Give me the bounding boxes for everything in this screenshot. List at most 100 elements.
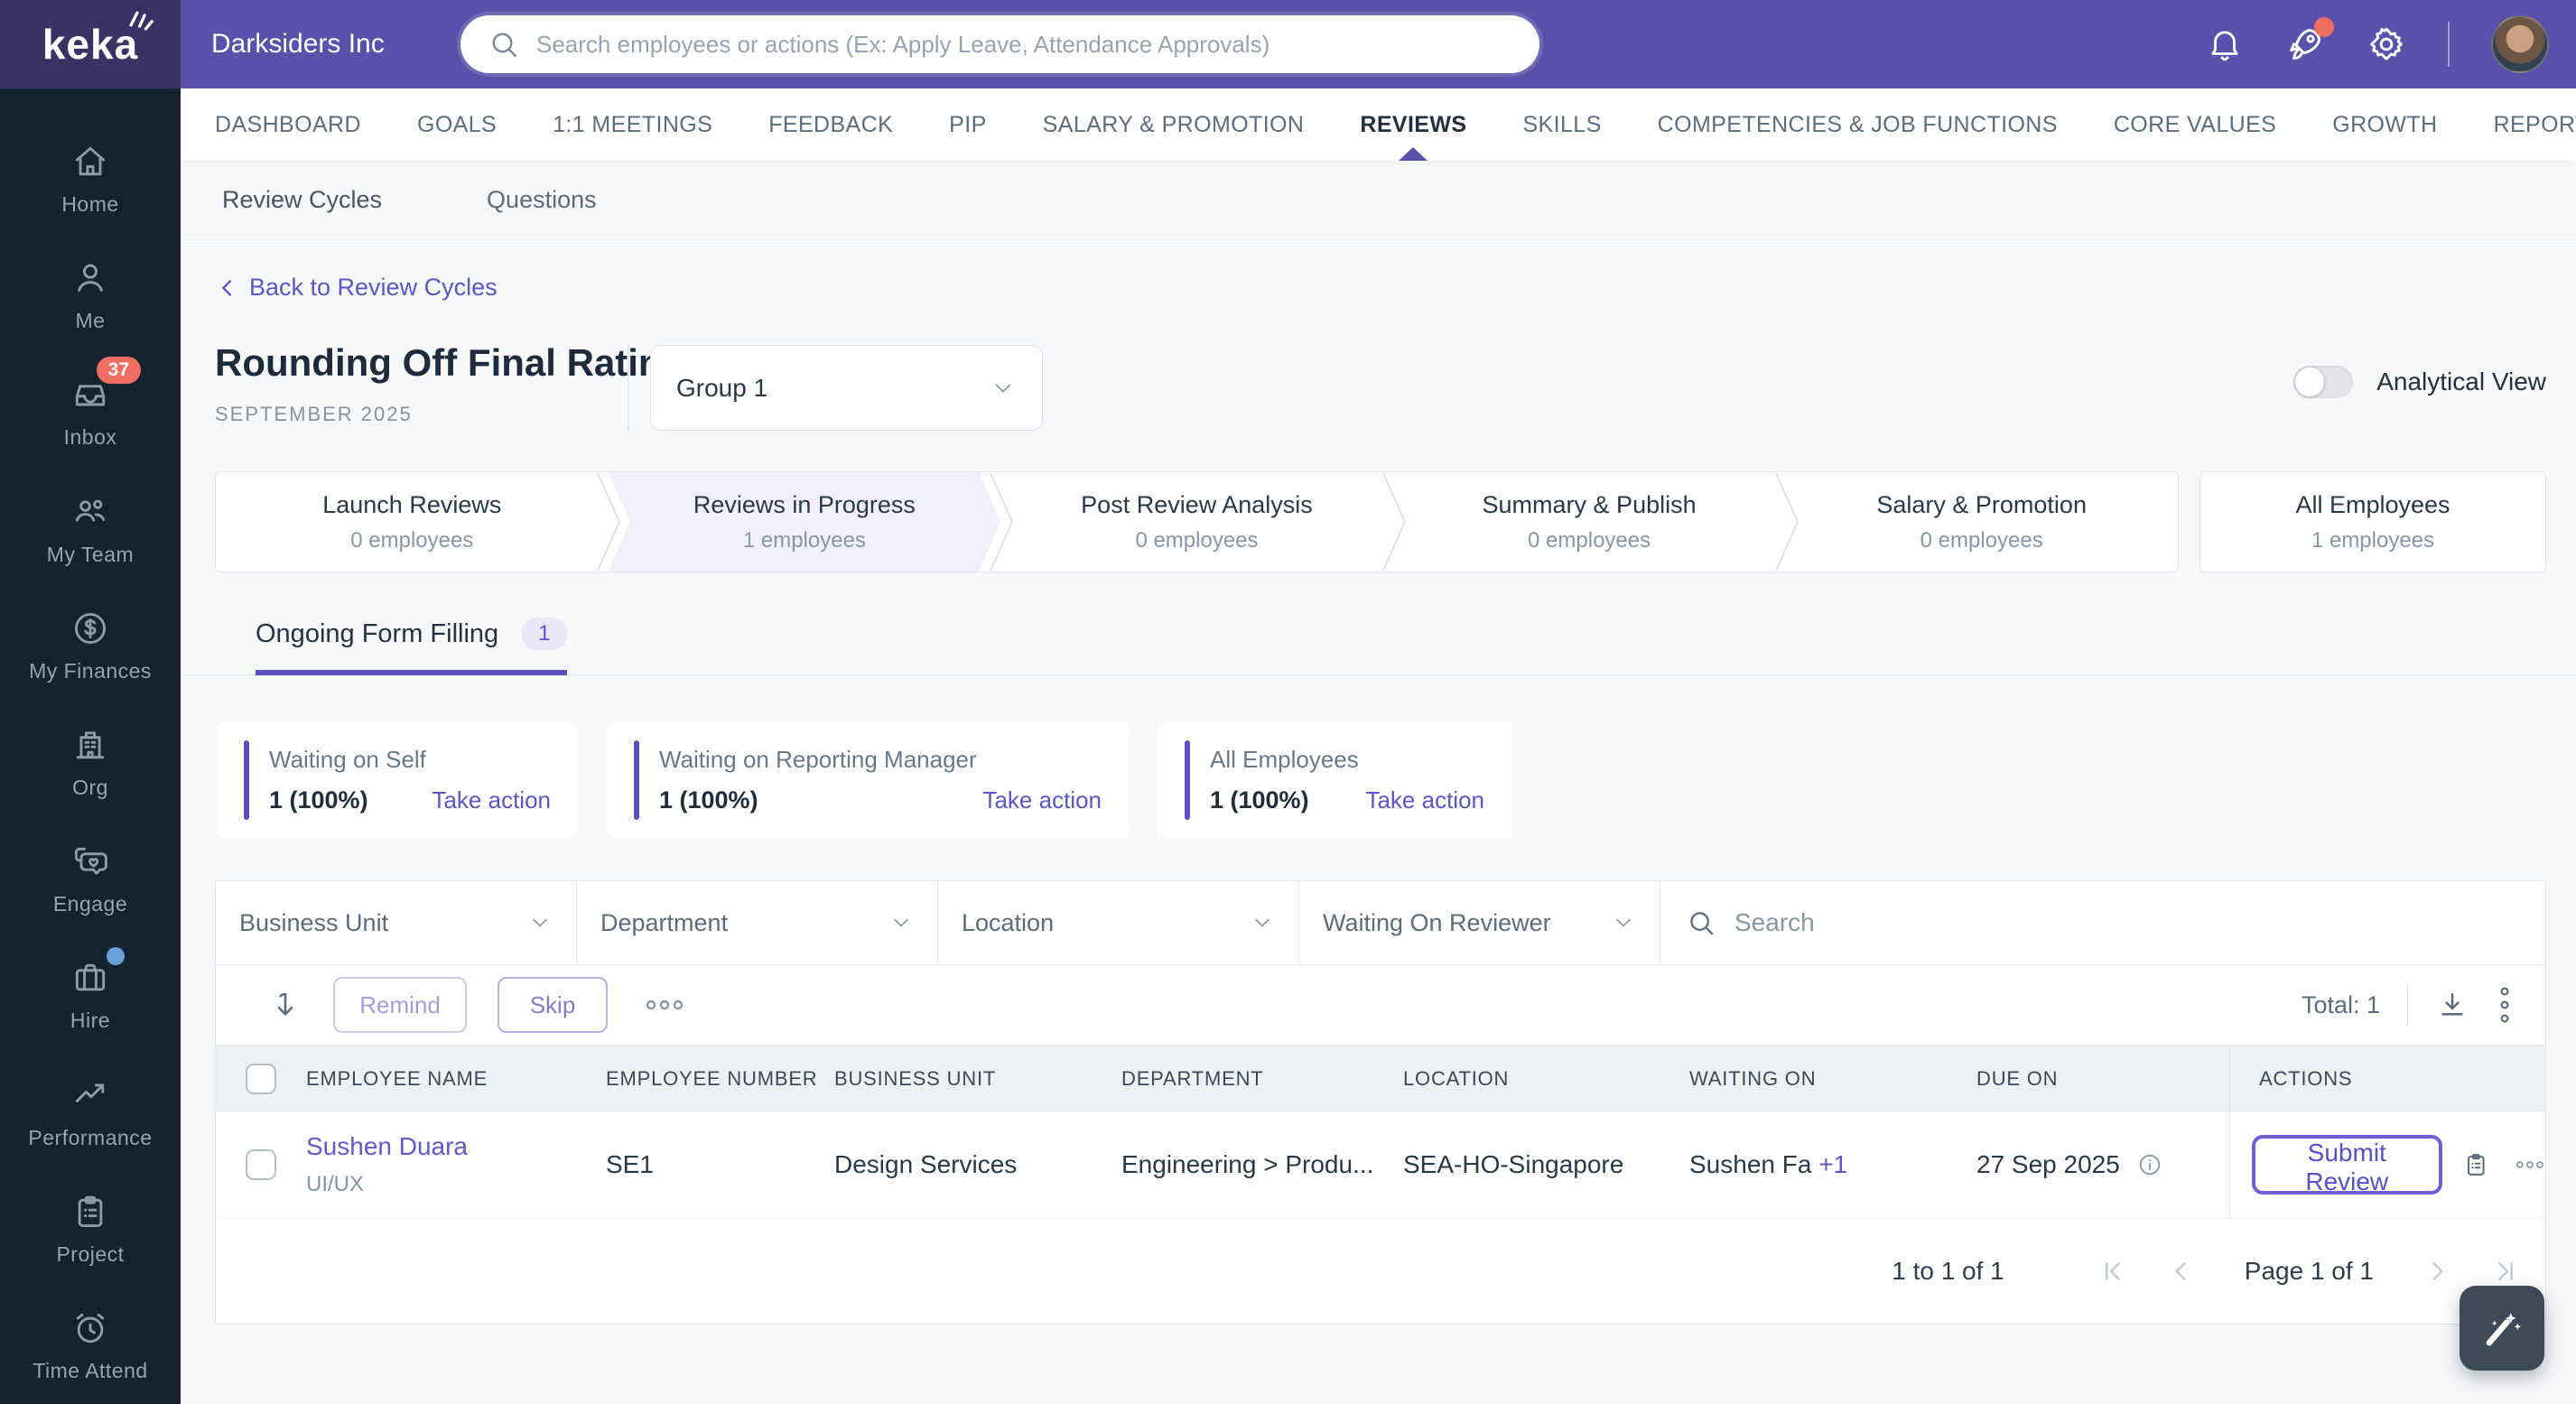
whats-new-rocket-icon[interactable] (2285, 17, 2334, 64)
sidebar-item-performance[interactable]: Performance (0, 1055, 181, 1171)
keka-logo[interactable]: keka (0, 0, 181, 88)
employees-panel: Business Unit Department Location Waitin… (215, 880, 2546, 1325)
pagination: 1 to 1 of 1 Page 1 of 1 (216, 1218, 2545, 1324)
employee-number: SE1 (606, 1150, 654, 1178)
tab-salary-promotion[interactable]: SALARY & PROMOTION (1043, 88, 1305, 161)
prev-page-icon[interactable] (2167, 1257, 2196, 1286)
sidebar-item-engage[interactable]: Engage (0, 821, 181, 937)
company-name: Darksiders Inc (211, 29, 385, 59)
keka-spark-icon (129, 11, 154, 31)
tab-feedback[interactable]: FEEDBACK (768, 88, 893, 161)
tab-skills[interactable]: SKILLS (1522, 88, 1601, 161)
analytical-view-toggle[interactable] (2293, 366, 2354, 398)
tab-reports[interactable]: REPORTS (2494, 88, 2576, 161)
global-search[interactable] (460, 15, 1539, 73)
tab-1-1-meetings[interactable]: 1:1 MEETINGS (553, 88, 712, 161)
trend-up-icon (75, 1083, 105, 1102)
submit-review-button[interactable]: Submit Review (2252, 1135, 2442, 1195)
stage-all-employees[interactable]: All Employees 1 employees (2199, 471, 2546, 572)
last-page-icon[interactable] (2491, 1257, 2520, 1286)
card-waiting-on-reporting-manager: Waiting on Reporting Manager 1 (100%) Ta… (607, 722, 1129, 838)
sidebar-item-my-team[interactable]: My Team (0, 471, 181, 588)
stage-salary-promotion[interactable]: Salary & Promotion 0 employees (1785, 472, 2178, 572)
tab-growth[interactable]: GROWTH (2332, 88, 2437, 161)
info-icon[interactable] (2136, 1151, 2163, 1178)
team-icon (75, 499, 105, 522)
user-icon (78, 264, 103, 293)
hire-alert-dot (107, 947, 125, 966)
pagination-page-label: Page 1 of 1 (2244, 1256, 2374, 1285)
review-stage-stepper: Launch Reviews 0 employees Reviews in Pr… (215, 471, 2179, 572)
stage-summary-publish[interactable]: Summary & Publish 0 employees (1393, 472, 1786, 572)
take-action-link[interactable]: Take action (432, 786, 551, 814)
select-all-checkbox[interactable] (246, 1064, 276, 1094)
global-search-input[interactable] (536, 30, 1512, 59)
download-icon[interactable] (2435, 988, 2469, 1022)
group-select[interactable]: Group 1 (650, 345, 1043, 431)
table-search-input[interactable] (1734, 908, 2520, 937)
dollar-circle-icon (74, 612, 107, 644)
tab-pip[interactable]: PIP (949, 88, 987, 161)
waiting-on-more-link[interactable]: +1 (1818, 1150, 1847, 1178)
card-accent-bar (244, 740, 249, 820)
col-due-on: DUE ON (1976, 1067, 2059, 1090)
chevron-left-icon (222, 279, 232, 296)
employee-name-link[interactable]: Sushen Duara (306, 1132, 606, 1161)
take-action-link[interactable]: Take action (982, 786, 1102, 814)
employee-role: UI/UX (306, 1172, 365, 1196)
row-more-actions-icon[interactable] (2515, 1158, 2545, 1172)
tab-dashboard[interactable]: DASHBOARD (215, 88, 361, 161)
col-actions: ACTIONS (2229, 1046, 2545, 1112)
settings-gear-icon[interactable] (2367, 24, 2406, 64)
stage-reviews-in-progress[interactable]: Reviews in Progress 1 employees (609, 472, 1001, 572)
sidebar-item-me[interactable]: Me (0, 237, 181, 354)
tab-ongoing-form-filling[interactable]: Ongoing Form Filling 1 (256, 618, 567, 675)
table-search[interactable] (1660, 881, 2545, 964)
filter-location[interactable]: Location (938, 881, 1299, 964)
skip-button[interactable]: Skip (498, 977, 608, 1033)
sidebar-item-org[interactable]: Org (0, 704, 181, 821)
kebab-menu-icon[interactable] (2497, 984, 2513, 1026)
chevron-down-icon (533, 918, 547, 927)
sidebar-item-time-attend[interactable]: Time Attend (0, 1288, 181, 1404)
take-action-link[interactable]: Take action (1365, 786, 1484, 814)
row-checkbox[interactable] (246, 1149, 276, 1180)
tab-reviews[interactable]: REVIEWS (1360, 88, 1466, 161)
sidebar-item-home[interactable]: Home (0, 121, 181, 237)
first-page-icon[interactable] (2098, 1257, 2127, 1286)
back-to-review-cycles-link[interactable]: Back to Review Cycles (215, 274, 498, 302)
tab-goals[interactable]: GOALS (417, 88, 497, 161)
tab-core-values[interactable]: CORE VALUES (2114, 88, 2276, 161)
subtab-review-cycles[interactable]: Review Cycles (222, 186, 382, 214)
briefcase-icon (75, 964, 106, 991)
sidebar-item-project[interactable]: Project (0, 1171, 181, 1288)
search-icon (1690, 912, 1714, 935)
stage-post-review-analysis[interactable]: Post Review Analysis 0 employees (1000, 472, 1393, 572)
stage-launch-reviews[interactable]: Launch Reviews 0 employees (216, 472, 609, 572)
table-toolbar: Remind Skip Total: 1 (216, 965, 2545, 1045)
col-employee-name: EMPLOYEE NAME (306, 1067, 488, 1090)
card-accent-bar (634, 740, 639, 820)
department: Engineering > Produ... (1121, 1150, 1374, 1178)
filter-waiting-on-reviewer[interactable]: Waiting On Reviewer (1299, 881, 1660, 964)
tab-competencies-job-functions[interactable]: COMPETENCIES & JOB FUNCTIONS (1658, 88, 2058, 161)
next-page-icon[interactable] (2423, 1257, 2451, 1286)
subtab-questions[interactable]: Questions (487, 186, 597, 214)
ai-assistant-wand-button[interactable] (2460, 1286, 2544, 1371)
filter-department[interactable]: Department (577, 881, 938, 964)
sidebar: Home Me 37 Inbox My Team My Finances Org… (0, 88, 181, 1404)
magic-wand-icon (2486, 1313, 2522, 1346)
keka-logo-text: keka (42, 21, 139, 68)
notifications-bell-icon[interactable] (2206, 25, 2244, 63)
sidebar-item-inbox[interactable]: 37 Inbox (0, 354, 181, 470)
more-actions-icon[interactable] (644, 996, 685, 1014)
user-avatar[interactable] (2491, 15, 2549, 73)
sidebar-item-hire[interactable]: Hire (0, 937, 181, 1054)
chevron-down-icon (1616, 918, 1631, 927)
filter-business-unit[interactable]: Business Unit (216, 881, 577, 964)
sidebar-item-my-finances[interactable]: My Finances (0, 588, 181, 704)
sort-descending-icon[interactable] (268, 988, 302, 1022)
chevron-down-icon (995, 383, 1011, 393)
remind-button[interactable]: Remind (333, 977, 467, 1033)
review-form-clipboard-icon[interactable] (2462, 1148, 2490, 1181)
